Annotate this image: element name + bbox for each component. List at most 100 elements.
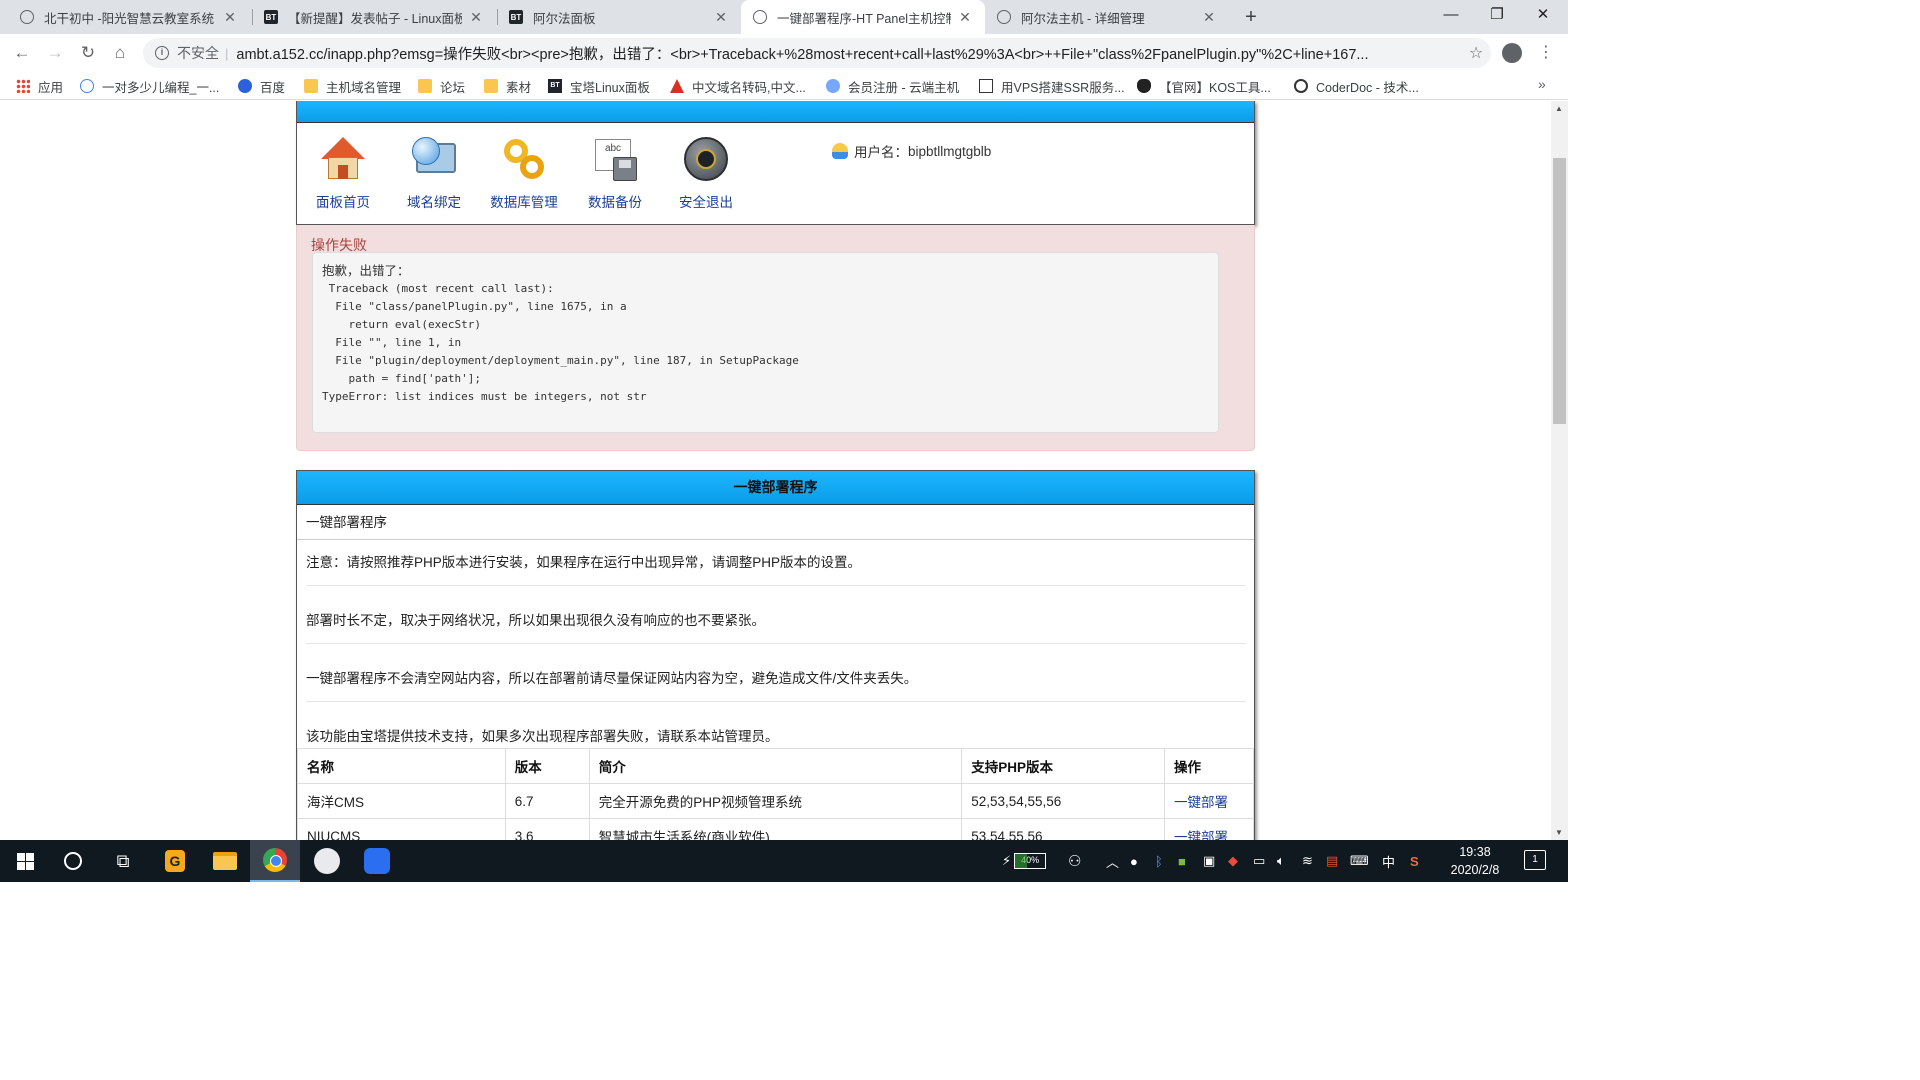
bookmark-item[interactable]: CoderDoc - 技术... (1294, 77, 1419, 95)
tab-2[interactable]: BT 【新提醒】发表帖子 - Linux面板 ✕ (252, 0, 496, 34)
bookmark-label: 论坛 (440, 80, 466, 95)
tray-expand-icon[interactable]: ︿ (1106, 840, 1119, 882)
bookmark-item[interactable]: 用VPS搭建SSR服务... (979, 77, 1125, 95)
bookmark-item[interactable]: 百度 (238, 77, 285, 95)
info-icon[interactable]: i (155, 46, 169, 60)
profile-avatar-icon[interactable] (1502, 43, 1522, 63)
menu-dots-icon[interactable]: ⋮ (1538, 40, 1554, 66)
minimize-button[interactable]: — (1428, 0, 1474, 32)
close-icon[interactable]: ✕ (468, 9, 484, 26)
scroll-down-icon[interactable]: ▼ (1555, 828, 1563, 837)
error-line: File "", line 1, in (322, 336, 462, 349)
search-button[interactable] (48, 840, 98, 882)
tab-4-active[interactable]: 一键部署程序-HT Panel主机控制 ✕ (741, 0, 985, 34)
bookmark-item[interactable]: 会员注册 - 云端主机 (826, 77, 959, 95)
close-icon[interactable]: ✕ (713, 9, 729, 26)
deploy-note: 注意：请按照推荐PHP版本进行安装，如果程序在运行中出现异常，请调整PHP版本的… (306, 555, 862, 570)
bookmark-label: 一对多少儿编程_一... (102, 80, 220, 95)
home-button[interactable]: ⌂ (107, 40, 133, 66)
user-info: 用户名： bipbtllmgtgblb (832, 141, 991, 161)
tab-3[interactable]: BT 阿尔法面板 ✕ (497, 0, 741, 34)
url-text[interactable]: ambt.a152.cc/inapp.php?emsg=操作失败<br><pre… (236, 43, 1461, 64)
bookmark-folder[interactable]: 主机域名管理 (304, 77, 401, 95)
close-icon[interactable]: ✕ (957, 9, 973, 26)
scroll-up-icon[interactable]: ▲ (1555, 104, 1563, 113)
tray-alert-icon[interactable]: ▤ (1326, 840, 1338, 882)
forward-button[interactable]: → (42, 40, 68, 66)
volume-icon[interactable]: 🔈︎ (1277, 840, 1285, 882)
restore-button[interactable]: ❐ (1474, 0, 1520, 32)
page-scrollbar[interactable]: ▲ ▼ (1551, 101, 1568, 840)
nav-item-panel-home[interactable]: 面板首页 (303, 135, 383, 211)
taskbar-file-explorer[interactable] (200, 840, 250, 882)
tab-title: 【新提醒】发表帖子 - Linux面板 (288, 11, 462, 26)
tab-5[interactable]: 阿尔法主机 - 详细管理 ✕ (985, 0, 1229, 34)
app-round-icon (314, 848, 340, 874)
tray-app-icon[interactable]: ▣ (1203, 840, 1215, 882)
nav-item-backup[interactable]: abc 数据备份 (575, 135, 655, 211)
taskbar-baidu-netdisk[interactable] (352, 840, 402, 882)
ring-logo-icon (1294, 79, 1308, 93)
nav-item-domain-binding[interactable]: 域名绑定 (394, 135, 474, 211)
new-tab-button[interactable]: + (1240, 6, 1262, 28)
bt-icon: BT (509, 10, 523, 24)
deploy-link[interactable]: 一键部署 (1174, 795, 1228, 810)
nav-label: 域名绑定 (407, 195, 461, 210)
cell-version: 3.6 (504, 818, 590, 840)
bookmark-folder[interactable]: 论坛 (418, 77, 465, 95)
globe-icon (753, 10, 767, 24)
browser-toolbar: ← → ↻ ⌂ i 不安全 | ambt.a152.cc/inapp.php?e… (0, 34, 1568, 72)
people-icon[interactable]: ⚇ (1068, 840, 1081, 882)
cell-name: NIUCMS (297, 818, 506, 840)
nvidia-icon[interactable]: ■ (1178, 840, 1186, 882)
start-button[interactable] (0, 840, 50, 882)
backup-disk-icon: abc (591, 135, 639, 183)
scroll-thumb[interactable] (1553, 158, 1566, 424)
clock[interactable]: 19:38 2020/2/8 (1432, 843, 1518, 879)
star-icon[interactable]: ☆ (1461, 43, 1491, 63)
sogou-icon[interactable]: S (1410, 840, 1419, 882)
close-icon[interactable]: ✕ (222, 9, 238, 26)
qq-icon[interactable]: ● (1130, 840, 1138, 882)
reload-button[interactable]: ↻ (75, 40, 101, 66)
battery-tray-icon[interactable]: ▭ (1253, 840, 1265, 882)
tab-1[interactable]: 北干初中 -阳光智慧云教室系统 ✕ (0, 0, 250, 34)
task-view-button[interactable]: ⧉ (98, 840, 148, 882)
keyboard-icon[interactable]: ⌨ (1350, 840, 1369, 882)
browser-tab-strip: 北干初中 -阳光智慧云教室系统 ✕ BT 【新提醒】发表帖子 - Linux面板… (0, 0, 1568, 34)
bookmark-item[interactable]: 一对多少儿编程_一... (80, 77, 219, 95)
plug-icon: ⚡ (1002, 853, 1012, 868)
deploy-link[interactable]: 一键部署 (1174, 830, 1228, 840)
taskbar-app-round[interactable] (302, 840, 352, 882)
back-button[interactable]: ← (9, 40, 35, 66)
bookmark-folder[interactable]: 素材 (484, 77, 531, 95)
nav-item-database[interactable]: 数据库管理 (484, 135, 564, 211)
taskbar-chrome[interactable] (250, 840, 300, 882)
wifi-icon[interactable]: ≋ (1302, 840, 1313, 882)
notification-center-icon[interactable]: 1 (1524, 850, 1546, 870)
battery-indicator[interactable]: ⚡ 40% (1002, 840, 1047, 882)
error-line: 抱歉，出错了： (322, 263, 410, 278)
chevron-right-icon[interactable]: » (1538, 76, 1546, 92)
bookmark-label: 百度 (260, 80, 286, 95)
nav-label: 安全退出 (679, 195, 733, 210)
address-bar[interactable]: i 不安全 | ambt.a152.cc/inapp.php?emsg=操作失败… (143, 38, 1491, 68)
bt-icon: BT (548, 79, 562, 93)
taskbar-app-g[interactable]: G (150, 840, 200, 882)
close-icon[interactable]: ✕ (1201, 9, 1217, 26)
g-app-icon: G (165, 850, 185, 872)
bluetooth-icon[interactable]: ᛒ (1155, 840, 1163, 882)
nav-item-logout[interactable]: 安全退出 (666, 135, 746, 211)
close-window-button[interactable]: ✕ (1520, 0, 1566, 32)
bookmark-apps[interactable]: 应用 (16, 77, 63, 95)
bookmark-item[interactable]: 【官网】KOS工具... (1137, 77, 1271, 95)
error-line: File "plugin/deployment/deployment_main.… (322, 354, 799, 367)
column-header: 名称 (297, 748, 506, 784)
ime-indicator[interactable]: 中 (1382, 840, 1395, 882)
bookmark-item[interactable]: BT 宝塔Linux面板 (548, 77, 650, 95)
deploy-header: 一键部署程序 (297, 471, 1254, 505)
error-line: File "class/panelPlugin.py", line 1675, … (322, 300, 627, 313)
bookmark-item[interactable]: 中文域名转码,中文... (670, 77, 806, 95)
tab-title: 北干初中 -阳光智慧云教室系统 (44, 11, 215, 26)
security-icon[interactable]: ◆ (1228, 840, 1238, 882)
